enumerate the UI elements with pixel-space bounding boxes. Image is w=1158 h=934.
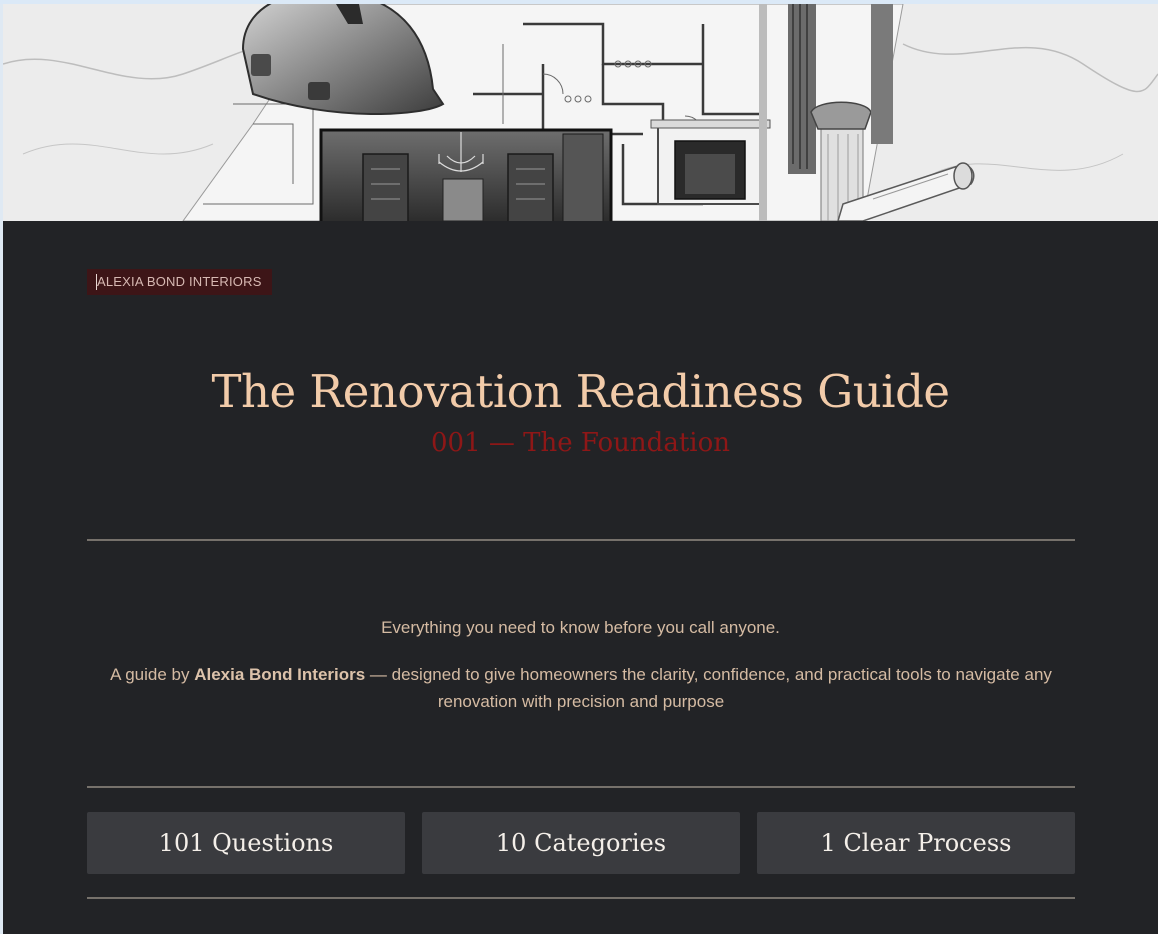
- guide-cover-panel: ALEXIA BOND INTERIORS The Renovation Rea…: [3, 221, 1158, 934]
- text-cursor: [96, 274, 97, 290]
- stat-card-categories: 10 Categories: [422, 812, 740, 874]
- stat-card-process: 1 Clear Process: [757, 812, 1075, 874]
- divider-top: [87, 539, 1075, 541]
- intro-suffix: — designed to give homeowners the clarit…: [365, 665, 1052, 711]
- hero-image: [3, 4, 1158, 221]
- stat-card-questions: 101 Questions: [87, 812, 405, 874]
- divider-middle: [87, 786, 1075, 788]
- page-title: The Renovation Readiness Guide: [211, 365, 950, 418]
- stat-label: 101 Questions: [158, 829, 334, 857]
- tagline: Everything you need to know before you c…: [381, 618, 780, 637]
- stat-label: 1 Clear Process: [820, 829, 1012, 857]
- page-subtitle: 001 — The Foundation: [431, 428, 730, 458]
- intro-brand: Alexia Bond Interiors: [194, 665, 366, 684]
- divider-bottom: [87, 897, 1075, 899]
- stat-label: 10 Categories: [495, 829, 667, 857]
- page: ALEXIA BOND INTERIORS The Renovation Rea…: [0, 0, 1158, 934]
- intro-prefix: A guide by: [110, 665, 195, 684]
- intro-paragraph: A guide by Alexia Bond Interiors — desig…: [87, 661, 1075, 715]
- room-sketch: [319, 128, 613, 221]
- brand-tag[interactable]: ALEXIA BOND INTERIORS: [87, 269, 272, 295]
- fireplace-icon: [650, 119, 771, 205]
- brand-tag-label: ALEXIA BOND INTERIORS: [97, 274, 262, 289]
